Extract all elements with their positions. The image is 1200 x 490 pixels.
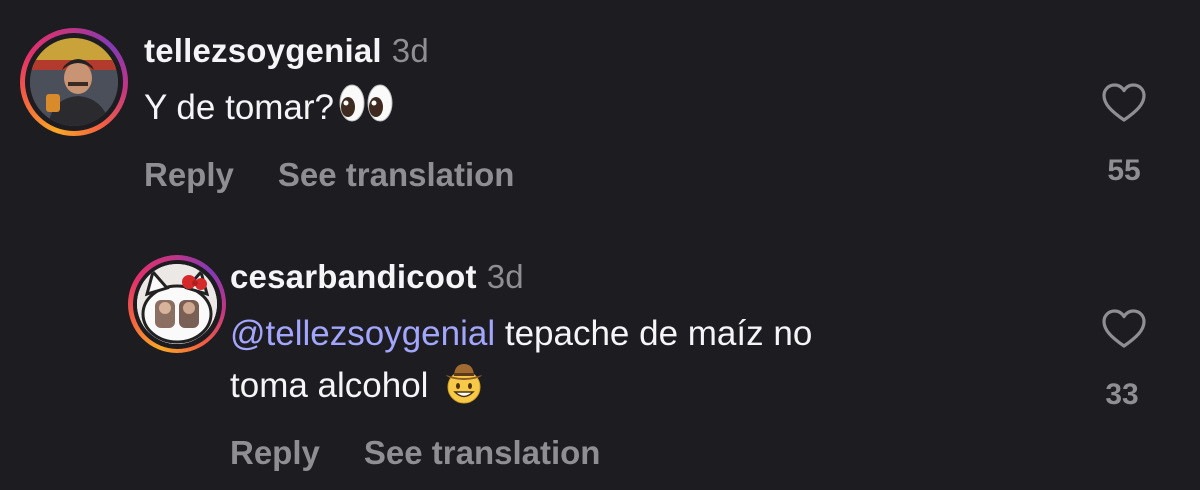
like-count: 55 [1107,154,1141,187]
comment-actions: Reply See translation [230,434,600,472]
mention-link[interactable]: @tellezsoygenial [230,314,495,353]
reply-comment-item: cesarbandicoot 3d @tellezsoygenial tepach… [0,230,1200,490]
comment-line-1: @tellezsoygenial tepache de maíz no [230,308,812,360]
comment-line-2: toma alcohol [230,360,812,412]
username-text[interactable]: cesarbandicoot [230,258,477,295]
reply-button[interactable]: Reply [230,434,320,471]
comment-item: tellezsoygenial 3d Y de tomar? Reply See t… [0,0,1200,230]
eyes-emoji-icon [339,84,393,122]
avatar-story-ring[interactable] [20,28,128,136]
cowboy-hat-face-emoji-icon [446,364,483,404]
comment-text: Y de tomar? [144,82,394,134]
comment-timestamp: 3d [391,32,429,69]
comment-body-line-2: toma alcohol [230,366,429,405]
avatar [137,264,217,344]
see-translation-button[interactable]: See translation [364,434,601,471]
comment-body: Y de tomar? [144,88,335,127]
avatar-story-ring[interactable] [128,255,226,353]
reply-button[interactable]: Reply [144,156,234,193]
comment-username[interactable]: tellezsoygenial 3d [144,32,429,70]
person-photo-icon [30,38,118,126]
username-text[interactable]: tellezsoygenial [144,32,382,69]
hello-kitty-photo-icon [137,264,217,344]
see-translation-button[interactable]: See translation [278,156,515,193]
comment-username[interactable]: cesarbandicoot 3d [230,258,524,296]
heart-icon[interactable] [1101,308,1147,350]
like-count: 33 [1105,378,1139,411]
comment-body-line-1: tepache de maíz no [495,314,813,353]
comment-timestamp: 3d [486,258,524,295]
heart-icon[interactable] [1101,82,1147,124]
comment-text: @tellezsoygenial tepache de maíz no toma… [230,308,812,412]
avatar [30,38,118,126]
comment-actions: Reply See translation [144,156,514,194]
